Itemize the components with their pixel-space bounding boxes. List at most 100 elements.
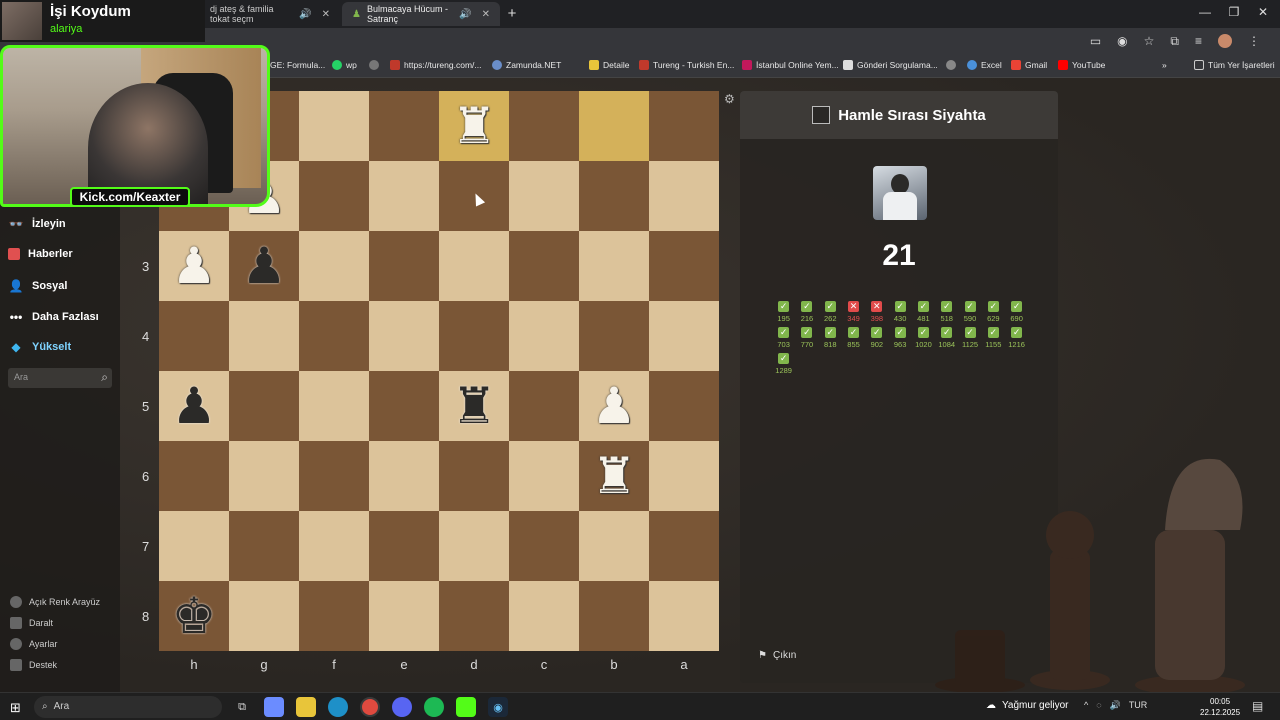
media-icon[interactable]: ≡: [1195, 34, 1202, 49]
board-square[interactable]: [649, 231, 719, 301]
board-square[interactable]: [369, 91, 439, 161]
close-tab-icon[interactable]: ✕: [482, 9, 490, 20]
board-square[interactable]: [299, 161, 369, 231]
board-square[interactable]: [299, 441, 369, 511]
board-square[interactable]: ♟: [159, 371, 229, 441]
bookmark[interactable]: Tureng - Turkish En...: [639, 60, 734, 70]
board-square[interactable]: [579, 301, 649, 371]
board-square[interactable]: [229, 581, 299, 651]
chevron-up-icon[interactable]: ^: [1084, 700, 1088, 711]
board-square[interactable]: [439, 581, 509, 651]
bookmark[interactable]: Gmail: [1011, 60, 1047, 70]
bookmark[interactable]: Detaile: [589, 60, 629, 70]
sidebar-search-input[interactable]: Ara ⌕: [8, 368, 112, 388]
bookmark[interactable]: https://tureng.com/...: [390, 60, 481, 70]
board-square[interactable]: [369, 231, 439, 301]
system-tray[interactable]: ^ ◌ 🔊 TUR: [1084, 700, 1147, 711]
board-square[interactable]: ♜: [439, 371, 509, 441]
speaker-icon[interactable]: 🔊: [299, 9, 311, 20]
board-square[interactable]: [509, 161, 579, 231]
kick-icon[interactable]: [456, 697, 476, 717]
steam-icon[interactable]: ◉: [488, 697, 508, 717]
clock[interactable]: 00:05 22.12.2025: [1200, 696, 1240, 718]
bookmark[interactable]: Tüm Yer İşaretleri: [1194, 60, 1275, 70]
board-square[interactable]: ♟: [579, 371, 649, 441]
copilot-icon[interactable]: [264, 697, 284, 717]
tab-stream[interactable]: dj ateş & familia tokat seçm 🔊 ✕: [200, 2, 340, 26]
board-square[interactable]: [159, 301, 229, 371]
bookmark[interactable]: İstanbul Online Yem...: [742, 60, 839, 70]
board-square[interactable]: [509, 91, 579, 161]
board-square[interactable]: [649, 161, 719, 231]
board-square[interactable]: [229, 441, 299, 511]
board-settings-icon[interactable]: ⚙: [724, 92, 735, 106]
board-square[interactable]: [229, 301, 299, 371]
board-square[interactable]: ♜: [579, 441, 649, 511]
cast-icon[interactable]: ▭: [1090, 34, 1101, 49]
board-square[interactable]: [649, 511, 719, 581]
board-square[interactable]: ♚: [159, 581, 229, 651]
board-square[interactable]: [439, 511, 509, 581]
board-square[interactable]: [649, 581, 719, 651]
board-square[interactable]: [509, 301, 579, 371]
notification-icon[interactable]: ▤: [1252, 699, 1263, 713]
board-square[interactable]: ♟: [229, 231, 299, 301]
board-square[interactable]: [299, 371, 369, 441]
maximize-icon[interactable]: ❐: [1224, 5, 1244, 19]
board-square[interactable]: [579, 511, 649, 581]
board-square[interactable]: [369, 301, 439, 371]
spotify-icon[interactable]: [424, 697, 444, 717]
bookmark[interactable]: Excel: [967, 60, 1002, 70]
profile-avatar[interactable]: [1218, 34, 1232, 48]
board-square[interactable]: [649, 441, 719, 511]
board-square[interactable]: [299, 581, 369, 651]
file-explorer-icon[interactable]: [296, 697, 316, 717]
eye-off-icon[interactable]: ◉: [1117, 34, 1127, 49]
board-square[interactable]: [369, 161, 439, 231]
task-view-icon[interactable]: ⧉: [232, 697, 252, 717]
board-square[interactable]: [159, 511, 229, 581]
board-square[interactable]: [369, 441, 439, 511]
white-piece[interactable]: ♜: [592, 451, 637, 501]
chrome-icon[interactable]: [360, 697, 380, 717]
black-piece[interactable]: ♟: [172, 381, 217, 431]
board-square[interactable]: [509, 581, 579, 651]
board-square[interactable]: [369, 371, 439, 441]
bookmark[interactable]: Gönderi Sorgulama...: [843, 60, 938, 70]
board-square[interactable]: [509, 441, 579, 511]
board-square[interactable]: [229, 511, 299, 581]
sidebar-item-watch[interactable]: 👓 İzleyin: [8, 217, 66, 231]
board-square[interactable]: [579, 91, 649, 161]
support-link[interactable]: Destek: [10, 659, 57, 671]
board-square[interactable]: [509, 371, 579, 441]
board-square[interactable]: [439, 301, 509, 371]
board-square[interactable]: ♜: [439, 91, 509, 161]
board-square[interactable]: [229, 371, 299, 441]
exit-button[interactable]: ⚑ Çıkın: [758, 650, 796, 661]
sidebar-item-more[interactable]: ••• Daha Fazlası: [8, 310, 99, 324]
board-square[interactable]: [579, 161, 649, 231]
board-square[interactable]: [509, 511, 579, 581]
close-tab-icon[interactable]: ✕: [322, 9, 330, 20]
black-piece[interactable]: ♜: [452, 381, 497, 431]
bookmark[interactable]: GE: Formula...: [270, 60, 325, 70]
board-square[interactable]: [439, 231, 509, 301]
menu-icon[interactable]: ⋮: [1248, 34, 1260, 49]
sidebar-item-social[interactable]: 👤 Sosyal: [8, 279, 68, 293]
discord-icon[interactable]: [392, 697, 412, 717]
bookmark[interactable]: [369, 60, 379, 70]
board-square[interactable]: [299, 91, 369, 161]
bookmark[interactable]: YouTube: [1058, 60, 1105, 70]
black-piece[interactable]: ♚: [172, 591, 217, 641]
sidebar-item-news[interactable]: Haberler: [8, 248, 73, 260]
bookmark[interactable]: wp: [332, 60, 357, 70]
speaker-icon[interactable]: 🔊: [459, 9, 471, 20]
search-icon[interactable]: ⌕: [101, 370, 108, 385]
board-square[interactable]: [509, 231, 579, 301]
new-tab-button[interactable]: +: [503, 5, 521, 23]
volume-icon[interactable]: 🔊: [1110, 700, 1121, 711]
tab-puzzle-rush[interactable]: ♟ Bulmacaya Hücum - Satranç 🔊 ✕: [342, 2, 500, 26]
board-square[interactable]: [649, 301, 719, 371]
window-close-icon[interactable]: ✕: [1253, 5, 1273, 19]
network-icon[interactable]: ◌: [1096, 700, 1101, 711]
